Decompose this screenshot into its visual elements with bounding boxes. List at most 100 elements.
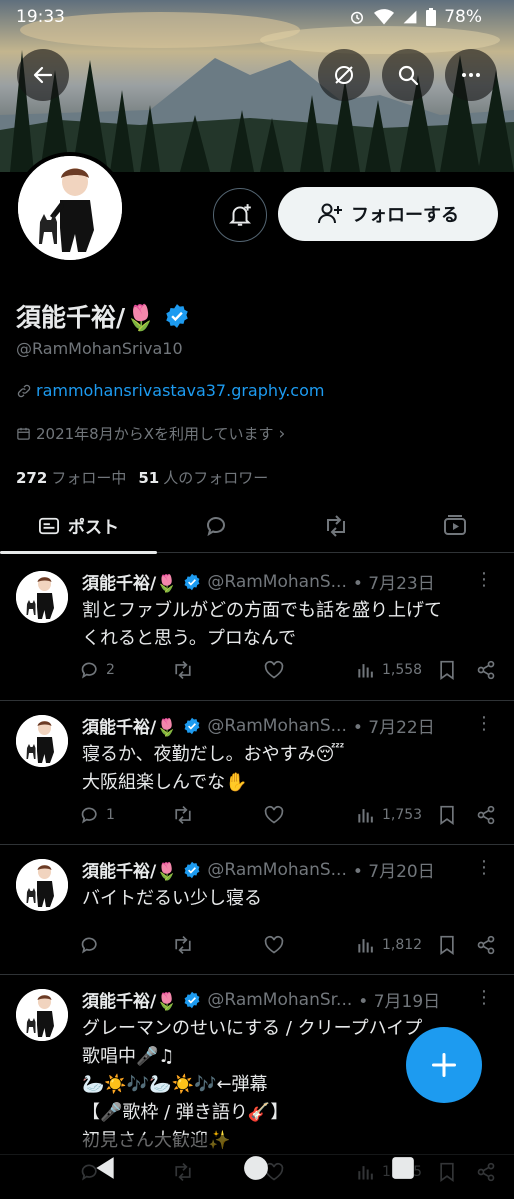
reply-button[interactable]: 2	[80, 660, 115, 680]
followers-label: 人のフォロワー	[163, 469, 269, 487]
grok-icon	[335, 66, 353, 84]
repost-icon	[175, 935, 191, 955]
tweet-date[interactable]: • 7月20日	[353, 857, 435, 882]
profile-website-text[interactable]: rammohansrivastava37.graphy.com	[36, 381, 324, 400]
tweet-author-handle[interactable]: @RamMohanS...	[207, 572, 346, 592]
following-number: 272	[16, 469, 48, 487]
views-count: 1,812	[382, 937, 423, 953]
repost-button[interactable]	[172, 805, 194, 825]
reply-bubble-icon	[207, 516, 225, 536]
back-button[interactable]	[17, 49, 69, 101]
more-options-button[interactable]	[445, 49, 497, 101]
reply-count: 1	[106, 807, 115, 823]
tweet-date[interactable]: • 7月23日	[353, 569, 435, 594]
nav-recents-icon[interactable]	[390, 1155, 416, 1181]
profile-avatar[interactable]	[14, 152, 126, 264]
tweet-more-icon[interactable]: ⋮	[475, 987, 493, 1008]
tweet-avatar[interactable]	[16, 989, 68, 1041]
search-button[interactable]	[382, 49, 434, 101]
reply-icon	[81, 937, 97, 954]
share-button[interactable]	[476, 935, 496, 955]
tab-posts[interactable]: ポスト	[0, 498, 157, 554]
link-icon	[17, 384, 31, 397]
verified-badge-icon	[184, 573, 200, 590]
bookmark-button[interactable]	[438, 660, 456, 680]
like-button[interactable]	[264, 660, 284, 680]
share-button[interactable]	[476, 805, 496, 825]
tweet-item[interactable]: 須能千裕/🌷 @RamMohanS... • 7月23日 ⋮ 割とファブルがどの…	[0, 557, 514, 701]
verified-badge-icon[interactable]	[164, 303, 190, 329]
followers-count[interactable]: 51 人のフォロワー	[138, 467, 268, 488]
system-nav-bar	[0, 1135, 514, 1199]
views-button[interactable]: 1,558	[356, 660, 422, 680]
views-button[interactable]: 1,812	[356, 935, 422, 955]
tab-reposts[interactable]	[277, 498, 395, 553]
bell-plus-icon	[228, 204, 252, 226]
tweet-header: 須能千裕/🌷 @RamMohanS... • 7月20日	[82, 857, 482, 883]
following-count[interactable]: 272 フォロー中	[16, 467, 126, 488]
tweet-avatar[interactable]	[16, 571, 68, 623]
nav-home-icon[interactable]	[243, 1155, 269, 1181]
reply-count: 2	[106, 662, 115, 678]
reply-icon	[81, 807, 97, 824]
tweet-item[interactable]: 須能千裕/🌷 @RamMohanS... • 7月22日 ⋮ 寝るか、夜勤だし。…	[0, 701, 514, 845]
share-icon	[477, 805, 495, 825]
bookmark-icon	[440, 935, 454, 955]
person-plus-icon	[318, 203, 342, 224]
tweet-more-icon[interactable]: ⋮	[475, 713, 493, 734]
profile-website-link[interactable]: rammohansrivastava37.graphy.com	[16, 381, 324, 400]
notify-button[interactable]	[213, 188, 267, 242]
repost-button[interactable]	[172, 935, 194, 955]
repost-icon	[175, 805, 191, 825]
tweet-author-handle[interactable]: @RamMohanS...	[207, 860, 346, 880]
calendar-icon	[17, 427, 30, 440]
tweet-more-icon[interactable]: ⋮	[475, 569, 493, 590]
tweet-author-name[interactable]: 須能千裕/🌷	[82, 569, 177, 594]
tweet-more-icon[interactable]: ⋮	[475, 857, 493, 878]
tweet-avatar[interactable]	[16, 859, 68, 911]
compose-post-button[interactable]	[406, 1027, 482, 1103]
reply-button[interactable]: 1	[80, 805, 115, 825]
tweet-text: 寝るか、夜勤だし。おやすみ😴 大阪組楽しんでな✋	[82, 744, 345, 793]
heart-icon	[264, 935, 284, 954]
views-button[interactable]: 1,753	[356, 805, 422, 825]
repost-button[interactable]	[172, 660, 194, 680]
share-button[interactable]	[476, 660, 496, 680]
tweet-author-handle[interactable]: @RamMohanS...	[207, 716, 346, 736]
grok-button[interactable]	[318, 49, 370, 101]
bookmark-button[interactable]	[438, 935, 456, 955]
tweet-author-name[interactable]: 須能千裕/🌷	[82, 857, 177, 882]
profile-joined[interactable]: 2021年8月からXを利用しています ›	[16, 423, 285, 444]
status-time: 19:33	[16, 7, 65, 27]
tweet-author-name[interactable]: 須能千裕/🌷	[82, 987, 177, 1012]
tab-posts-label: ポスト	[68, 518, 119, 538]
tweet-author-name[interactable]: 須能千裕/🌷	[82, 713, 177, 738]
bookmark-button[interactable]	[438, 805, 456, 825]
following-label: フォロー中	[51, 469, 127, 487]
profile-name-text: 須能千裕/🌷	[16, 303, 157, 332]
follow-button-label: フォローする	[351, 205, 459, 226]
nav-back-icon[interactable]	[92, 1155, 118, 1181]
tweet-date[interactable]: • 7月22日	[353, 713, 435, 738]
tab-media[interactable]	[395, 498, 514, 553]
tweet-item[interactable]: 須能千裕/🌷 @RamMohanS... • 7月20日 ⋮ バイトだるい少し寝…	[0, 845, 514, 975]
tweet-author-handle[interactable]: @RamMohanSr...	[207, 990, 352, 1010]
views-count: 1,753	[382, 807, 423, 823]
followers-number: 51	[138, 469, 160, 487]
posts-icon	[39, 517, 59, 534]
views-count: 1,558	[382, 662, 423, 678]
plus-icon	[431, 1052, 457, 1078]
follow-button[interactable]: フォローする	[278, 187, 498, 241]
reply-button[interactable]	[80, 935, 106, 955]
share-icon	[477, 935, 495, 955]
alarm-icon	[351, 11, 364, 24]
tab-replies[interactable]	[157, 498, 277, 553]
battery-icon	[426, 8, 437, 26]
tweet-date[interactable]: • 7月19日	[358, 987, 440, 1012]
tweet-avatar[interactable]	[16, 715, 68, 767]
arrow-left-icon	[33, 66, 53, 84]
repost-icon	[327, 514, 345, 537]
like-button[interactable]	[264, 935, 284, 955]
tweet-text: 割とファブルがどの方面でも話を盛り上げて くれると思う。プロなんで	[82, 600, 442, 649]
like-button[interactable]	[264, 805, 284, 825]
